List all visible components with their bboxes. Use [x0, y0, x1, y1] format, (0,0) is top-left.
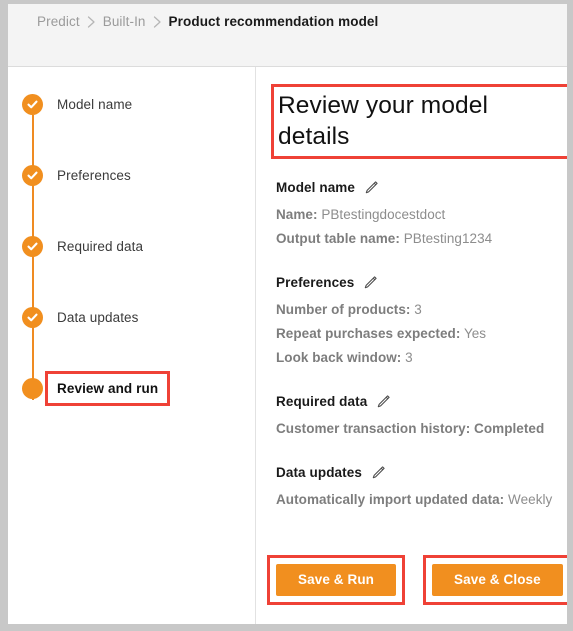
breadcrumb-item-current: Product recommendation model: [168, 14, 379, 29]
section-header: Data updates: [276, 465, 567, 480]
pencil-icon[interactable]: [363, 275, 378, 290]
breadcrumb-item-predict[interactable]: Predict: [37, 14, 80, 29]
section-preferences: Preferences Number of products: 3 Repeat…: [276, 275, 567, 368]
main-panel: Review your model details Model name Nam…: [256, 67, 567, 624]
status-badge: Completed: [474, 421, 545, 437]
detail-row: Look back window: 3: [276, 347, 567, 368]
chevron-right-icon: [87, 15, 96, 28]
section-title: Model name: [276, 180, 356, 196]
sidebar-item-required-data[interactable]: Required data: [22, 236, 255, 329]
pencil-icon[interactable]: [371, 465, 386, 480]
detail-row: Name: PBtestingdocestdoct: [276, 204, 567, 225]
section-model-name: Model name Name: PBtestingdocestdoct Out…: [276, 180, 567, 249]
section-header: Model name: [276, 180, 567, 195]
detail-label: Customer transaction history:: [276, 421, 471, 437]
section-header: Preferences: [276, 275, 567, 290]
check-circle-icon: [22, 236, 43, 257]
detail-value: Yes: [463, 326, 487, 342]
detail-label: Automatically import updated data:: [276, 492, 505, 508]
breadcrumb: Predict Built-In Product recommendation …: [37, 14, 378, 29]
section-title: Data updates: [276, 465, 362, 481]
section-title: Required data: [276, 394, 368, 410]
detail-label: Output table name:: [276, 231, 400, 247]
pencil-icon[interactable]: [364, 180, 379, 195]
detail-value: PBtestingdocestdoct: [321, 207, 446, 223]
detail-label: Name:: [276, 207, 318, 223]
header-bar: Predict Built-In Product recommendation …: [8, 4, 567, 67]
detail-label: Number of products:: [276, 302, 411, 318]
detail-value: 3: [414, 302, 422, 318]
save-run-button[interactable]: Save & Run: [276, 563, 397, 596]
section-data-updates: Data updates Automatically import update…: [276, 465, 567, 510]
body-split: Model name Preferences Required data Dat…: [8, 67, 567, 624]
filled-circle-icon: [22, 378, 43, 399]
sidebar-item-data-updates[interactable]: Data updates: [22, 307, 255, 400]
sidebar-item-label: Data updates: [57, 310, 139, 325]
detail-label: Repeat purchases expected:: [276, 326, 461, 342]
page-title-wrapper: Review your model details: [271, 83, 567, 160]
sidebar-stepper: Model name Preferences Required data Dat…: [8, 67, 256, 624]
detail-row: Customer transaction history: Completed: [276, 418, 567, 439]
detail-label: Look back window:: [276, 350, 402, 366]
detail-row: Output table name: PBtesting1234: [276, 228, 567, 249]
sidebar-item-label: Review and run: [44, 371, 171, 406]
save-close-button[interactable]: Save & Close: [432, 563, 563, 596]
chevron-right-icon: [153, 15, 162, 28]
sidebar-item-label: Required data: [57, 239, 144, 254]
save-run-wrapper: Save & Run: [266, 554, 406, 605]
section-title: Preferences: [276, 275, 355, 291]
sidebar-item-label: Preferences: [57, 168, 131, 183]
save-close-wrapper: Save & Close: [423, 554, 567, 605]
stepper-list: Model name Preferences Required data Dat…: [22, 94, 255, 418]
window-inner: Predict Built-In Product recommendation …: [8, 4, 567, 624]
check-circle-icon: [22, 307, 43, 328]
sidebar-item-model-name[interactable]: Model name: [22, 94, 255, 187]
sidebar-item-review-and-run[interactable]: Review and run: [22, 371, 255, 418]
app-window: Predict Built-In Product recommendation …: [0, 0, 573, 631]
check-circle-icon: [22, 94, 43, 115]
detail-value: Weekly: [508, 492, 553, 508]
pencil-icon[interactable]: [376, 394, 391, 409]
sidebar-item-label: Model name: [57, 97, 133, 112]
action-bar: Save & Run Save & Close: [266, 554, 567, 605]
section-header: Required data: [276, 394, 567, 409]
sidebar-item-preferences[interactable]: Preferences: [22, 165, 255, 258]
detail-value: PBtesting1234: [403, 231, 493, 247]
page-title: Review your model details: [278, 92, 489, 150]
detail-value: 3: [405, 350, 413, 366]
detail-row: Repeat purchases expected: Yes: [276, 323, 567, 344]
section-required-data: Required data Customer transaction histo…: [276, 394, 567, 439]
breadcrumb-item-built-in[interactable]: Built-In: [103, 14, 146, 29]
check-circle-icon: [22, 165, 43, 186]
detail-row: Number of products: 3: [276, 299, 567, 320]
detail-row: Automatically import updated data: Weekl…: [276, 489, 567, 510]
